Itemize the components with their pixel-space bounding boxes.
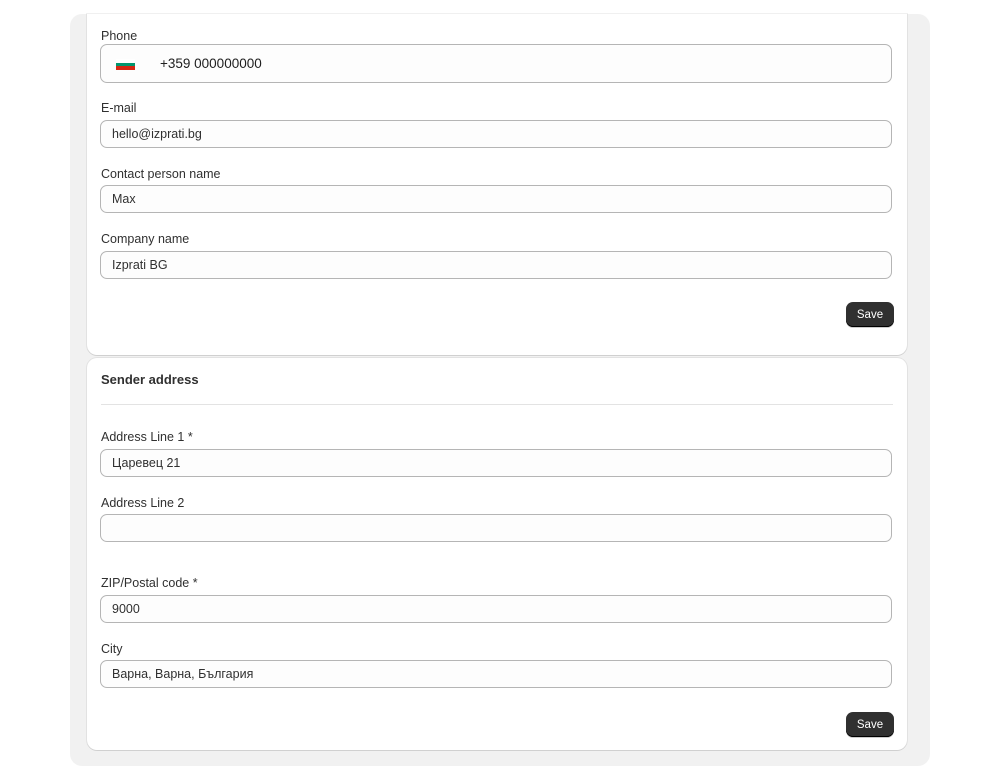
city-field[interactable]: Варна, Варна, България xyxy=(100,660,892,688)
contact-person-value[interactable]: Max xyxy=(112,186,136,212)
page-background: Phone +359 000000000 E-mail hello@izprat… xyxy=(70,14,930,766)
section-title: Sender address xyxy=(101,372,199,387)
address-line2-field[interactable] xyxy=(100,514,892,542)
phone-value[interactable]: +359 000000000 xyxy=(160,45,262,82)
address-line2-label: Address Line 2 xyxy=(101,496,185,510)
company-name-label: Company name xyxy=(101,232,190,246)
city-value[interactable]: Варна, Варна, България xyxy=(112,661,253,687)
email-value[interactable]: hello@izprati.bg xyxy=(112,121,202,147)
contact-person-field[interactable]: Max xyxy=(100,185,892,213)
address-line1-field[interactable]: Царевец 21 xyxy=(100,449,892,477)
bulgaria-flag-icon[interactable] xyxy=(116,59,135,71)
postal-code-field[interactable]: 9000 xyxy=(100,595,892,623)
contact-person-label: Contact person name xyxy=(101,167,221,181)
email-label: E-mail xyxy=(101,101,137,115)
address-line1-value[interactable]: Царевец 21 xyxy=(112,450,180,476)
phone-field[interactable]: +359 000000000 xyxy=(100,44,892,83)
divider xyxy=(101,404,893,405)
sender-address-card: Sender address Address Line 1 * Царевец … xyxy=(87,358,907,750)
phone-label: Phone xyxy=(101,29,138,43)
save-address-button[interactable]: Save xyxy=(846,712,894,737)
postal-code-label: ZIP/Postal code * xyxy=(101,576,198,590)
postal-code-value[interactable]: 9000 xyxy=(112,596,140,622)
company-name-value[interactable]: Izprati BG xyxy=(112,252,168,278)
city-label: City xyxy=(101,642,123,656)
save-contact-button[interactable]: Save xyxy=(846,302,894,327)
address-line1-label: Address Line 1 * xyxy=(101,430,193,444)
contact-details-card: Phone +359 000000000 E-mail hello@izprat… xyxy=(87,14,907,355)
flag-stripe-red xyxy=(116,66,135,71)
company-name-field[interactable]: Izprati BG xyxy=(100,251,892,279)
email-field[interactable]: hello@izprati.bg xyxy=(100,120,892,148)
